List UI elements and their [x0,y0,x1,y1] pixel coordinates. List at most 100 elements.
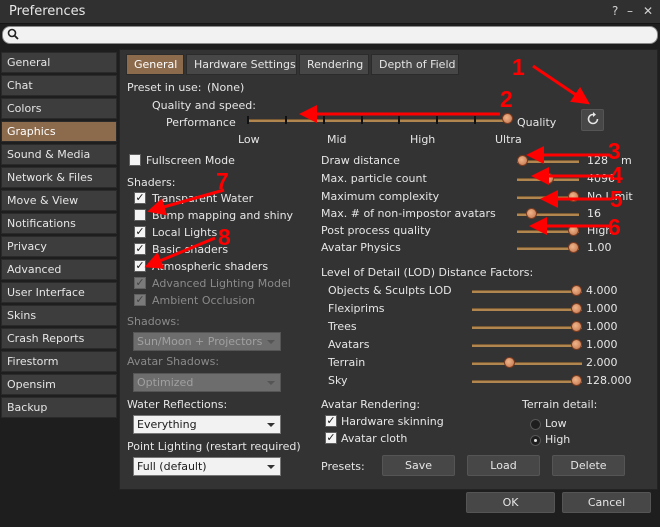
point-lighting-dropdown[interactable]: Full (default) [133,457,281,476]
quality-slider-tick [398,116,400,124]
lod-slider-knob[interactable] [504,357,515,368]
minimize-icon[interactable]: – [627,4,633,18]
avatar-cloth-checkbox[interactable]: ✓ [325,432,337,444]
quality-slider-knob[interactable] [502,113,513,124]
basic-shaders-checkbox[interactable]: ✓ [134,243,146,255]
preset-delete-button[interactable]: Delete [552,455,625,476]
quality-label: Quality and speed: [152,99,256,112]
setting-slider-knob[interactable] [568,191,579,202]
graphics-panel: General Hardware Settings Rendering Dept… [119,49,658,490]
fullscreen-checkbox[interactable] [129,154,141,166]
sidebar-item-user-interface[interactable]: User Interface [1,282,117,303]
lod-avatars-value: 1.000 [586,338,618,351]
sidebar-item-colors[interactable]: Colors [1,98,117,119]
sidebar-item-backup[interactable]: Backup [1,397,117,418]
water-reflections-value: Everything [137,418,197,431]
sidebar-item-general[interactable]: General [1,52,117,73]
cancel-button[interactable]: Cancel [562,492,651,513]
annotation-label-4: 4 [610,162,623,188]
sidebar-item-privacy[interactable]: Privacy [1,236,117,257]
chevron-down-icon [267,423,275,427]
lod-flexiprims-value: 1.000 [586,302,618,315]
avatar-rendering-label: Avatar Rendering: [321,398,421,411]
terrain-low-radio[interactable] [530,419,541,430]
chevron-down-icon [267,465,275,469]
local-lights-checkbox[interactable]: ✓ [134,226,146,238]
lod-slider-knob[interactable] [571,303,582,314]
atmospheric-shaders-checkbox[interactable]: ✓ [134,260,146,272]
annotation-label-1: 1 [512,54,525,80]
setting-slider-knob[interactable] [517,155,528,166]
post-process-label: Post process quality [321,224,431,237]
close-icon[interactable]: ✕ [643,4,653,18]
lod-slider-knob[interactable] [571,321,582,332]
sidebar-item-chat[interactable]: Chat [1,75,117,96]
sidebar-item-crash-reports[interactable]: Crash Reports [1,328,117,349]
preset-load-button[interactable]: Load [467,455,540,476]
terrain-detail-label: Terrain detail: [522,398,598,411]
transparent-water-label: Transparent Water [152,192,254,205]
sidebar-item-advanced[interactable]: Advanced [1,259,117,280]
lod-slider-knob[interactable] [571,339,582,350]
lod-trees-value: 1.000 [586,320,618,333]
water-reflections-dropdown[interactable]: Everything [133,415,281,434]
sidebar-item-graphics[interactable]: Graphics [1,121,117,142]
sidebar-item-skins[interactable]: Skins [1,305,117,326]
sidebar-item-opensim[interactable]: Opensim [1,374,117,395]
setting-slider-knob[interactable] [543,173,554,184]
hardware-skinning-label: Hardware skinning [341,415,444,428]
tab-depth-of-field[interactable]: Depth of Field [371,54,459,75]
ambient-occlusion-checkbox: ✓ [134,293,146,306]
terrain-low-label: Low [545,417,567,430]
draw-distance-value: 128 [587,154,608,167]
lod-terrain-value: 2.000 [586,356,618,369]
sidebar-item-move-view[interactable]: Move & View [1,190,117,211]
quality-scale-low: Low [238,133,260,146]
max-particle-label: Max. particle count [321,172,427,185]
lod-slider-track[interactable] [472,290,582,293]
setting-slider-knob[interactable] [526,208,537,219]
annotation-label-6: 6 [608,214,621,240]
sidebar-item-firestorm[interactable]: Firestorm [1,351,117,372]
reset-quality-button[interactable] [581,109,604,131]
transparent-water-checkbox[interactable]: ✓ [134,192,146,204]
preset-save-button[interactable]: Save [382,455,455,476]
sidebar-item-network-files[interactable]: Network & Files [1,167,117,188]
lod-slider-track[interactable] [472,326,582,329]
ambient-occlusion-label: Ambient Occlusion [152,294,256,307]
title-bar: Preferences ? – ✕ [0,0,660,24]
bump-mapping-checkbox[interactable] [134,209,146,221]
tab-rendering[interactable]: Rendering [299,54,369,75]
lod-slider-track[interactable] [472,344,582,347]
avatar-shadows-label: Avatar Shadows: [127,355,220,368]
lod-slider-knob[interactable] [571,285,582,296]
lod-slider-track[interactable] [472,362,582,365]
preset-value: (None) [207,81,245,94]
max-complexity-label: Maximum complexity [321,190,440,203]
help-icon[interactable]: ? [612,4,618,18]
hardware-skinning-checkbox[interactable]: ✓ [325,415,337,427]
lod-slider-track[interactable] [472,380,582,383]
lod-slider-track[interactable] [472,308,582,311]
tab-hardware-settings[interactable]: Hardware Settings [186,54,297,75]
sidebar-item-sound-media[interactable]: Sound & Media [1,144,117,165]
lod-terrain-label: Terrain [328,356,366,369]
water-reflections-label: Water Reflections: [127,398,228,411]
local-lights-label: Local Lights [152,226,218,239]
point-lighting-label: Point Lighting (restart required) [127,440,301,453]
lod-slider-knob[interactable] [571,375,582,386]
setting-slider-knob[interactable] [568,225,579,236]
refresh-icon [587,112,598,125]
quality-slider-tick [436,116,438,124]
setting-slider-knob[interactable] [568,242,579,253]
annotation-label-7: 7 [216,168,229,194]
avatar-physics-value: 1.00 [587,241,612,254]
basic-shaders-label: Basic shaders [152,243,229,256]
ok-button[interactable]: OK [466,492,555,513]
lod-sky-label: Sky [328,374,348,387]
tab-general[interactable]: General [126,54,184,75]
search-input[interactable] [2,26,658,44]
sidebar-item-notifications[interactable]: Notifications [1,213,117,234]
bump-mapping-label: Bump mapping and shiny [152,209,294,222]
terrain-high-radio[interactable] [530,435,541,446]
